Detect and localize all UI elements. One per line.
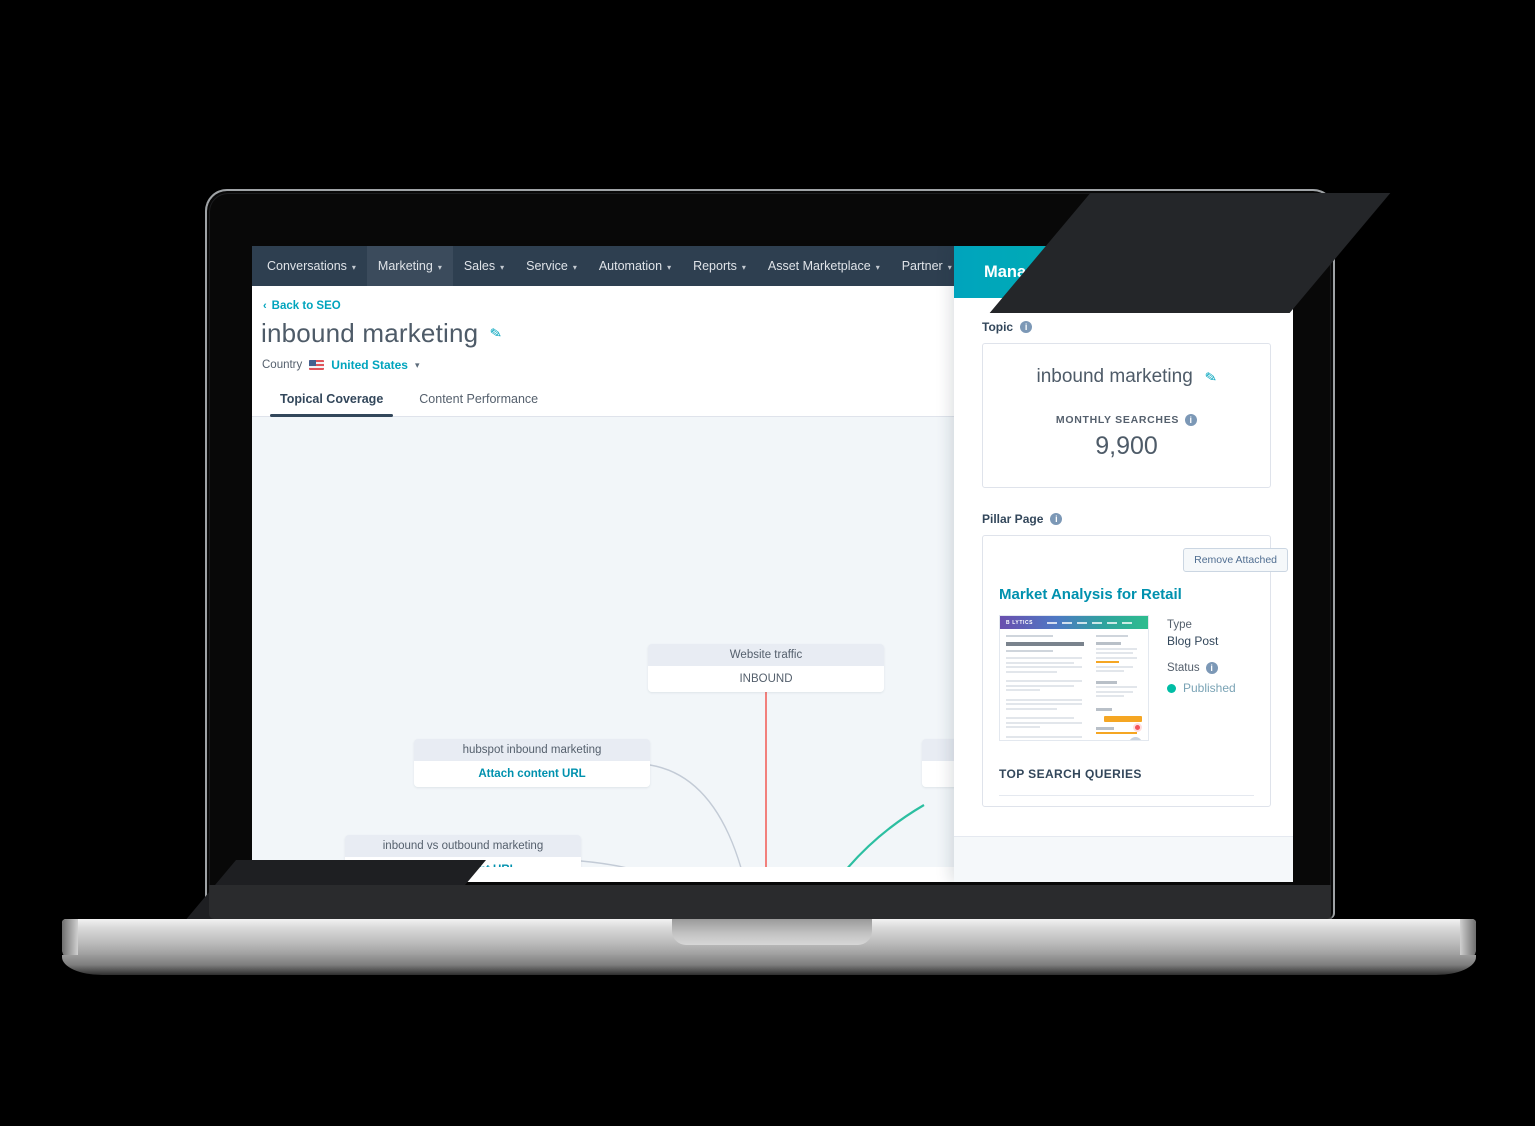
back-link-label: Back to SEO [271,300,341,312]
status-value: Published [1183,681,1236,695]
manage-topic-panel: Manage Topic Topic i inbound marketing ✎… [954,246,1293,882]
thumbnail-body [1000,629,1148,740]
graph-node-head: inbound vs outbound marketing [345,835,581,857]
info-icon[interactable]: i [1185,414,1198,426]
nav-item-label: Sales [463,259,496,273]
nav-item-label: Partner [901,259,943,273]
nav-item-reports[interactable]: Reports ▾ [682,246,757,286]
thumbnail-kicker-line [1006,635,1053,637]
thumbnail-cta-button [1104,715,1142,722]
pillar-field-label: Pillar Page i [982,512,1271,526]
info-icon[interactable]: i [1050,513,1063,525]
nav-item-marketing[interactable]: Marketing ▾ [366,246,453,286]
monthly-searches-label: MONTHLY SEARCHES i [983,414,1270,426]
laptop-base-underside [62,955,1476,975]
chevron-down-icon: ▾ [572,262,577,272]
tab-label: Content Performance [419,392,539,406]
us-flag-icon [309,360,325,370]
thumbnail-avatar [1129,736,1142,740]
status-label-row: Status i [1167,662,1236,674]
pillar-detail-row: B LYTICS Type Blog Post Status i Publish… [999,615,1254,741]
pillar-page-thumbnail[interactable]: B LYTICS [999,615,1149,741]
laptop-screen: Conversations ▾ Marketing ▾ Sales ▾ Serv… [252,246,1293,882]
graph-node-website-traffic[interactable]: Website traffic INBOUND [648,644,884,692]
chevron-down-icon: ▾ [437,262,442,272]
tab-content-performance[interactable]: Content Performance [401,386,556,416]
thumbnail-nav-placeholder [1047,621,1133,624]
screenshot-stage: Conversations ▾ Marketing ▾ Sales ▾ Serv… [0,0,1535,1126]
topic-field-label: Topic i [982,320,1271,334]
status-label: Status [1167,662,1200,674]
chevron-down-icon: ▾ [500,262,505,272]
thumbnail-notification-badge [1133,723,1142,732]
chevron-down-icon: ▾ [947,262,952,272]
chevron-down-icon[interactable]: ▾ [415,360,420,371]
nav-item-label: Service [526,259,568,273]
chevron-down-icon: ▾ [875,262,880,272]
type-value: Blog Post [1167,634,1219,648]
nav-item-label: Marketing [377,259,433,273]
laptop-lid-chin [209,885,1331,919]
topic-name-row: inbound marketing ✎ [983,366,1270,388]
graph-node-head: Website traffic [648,644,884,666]
top-search-queries-heading: TOP SEARCH QUERIES [999,767,1142,781]
pillar-page-title-link[interactable]: Market Analysis for Retail [999,586,1254,603]
type-label: Type [1167,619,1192,631]
pillar-page-section: Pillar Page i Remove Attached Market Ana… [982,512,1288,807]
panel-body: Topic i inbound marketing ✎ MONTHLY SEAR… [954,298,1293,858]
graph-node-inbound-vs-outbound-marketing[interactable]: inbound vs outbound marketing Attach con… [345,835,581,867]
status-badge: Published [1167,681,1236,695]
nav-item-partner[interactable]: Partner ▾ [891,246,963,286]
attach-content-url-link[interactable]: Attach content URL [345,857,581,867]
monthly-searches-value: 9,900 [1095,432,1158,460]
laptop-base-notch [672,919,872,945]
status-dot-icon [1167,683,1176,693]
graph-node-body: INBOUND [648,666,884,692]
topic-label-text: Topic [982,320,1014,334]
graph-node-hubspot-inbound-marketing[interactable]: hubspot inbound marketing Attach content… [414,739,650,787]
tab-label: Topical Coverage [280,392,384,406]
chevron-down-icon: ▾ [741,262,746,272]
nav-item-asset-marketplace[interactable]: Asset Marketplace ▾ [757,246,891,286]
nav-item-automation[interactable]: Automation ▾ [588,246,682,286]
pillar-label-text: Pillar Page [982,512,1044,526]
attach-content-url-link[interactable]: Attach content URL [414,761,650,787]
thumbnail-site-header: B LYTICS [1000,616,1148,629]
country-select-value[interactable]: United States [331,358,408,372]
chevron-down-icon: ▾ [351,262,356,272]
nav-item-sales[interactable]: Sales ▾ [453,246,515,286]
remove-attached-button[interactable]: Remove Attached [1183,548,1288,572]
nav-item-conversations[interactable]: Conversations ▾ [256,246,367,286]
thumbnail-main-column [1006,635,1091,740]
tab-topical-coverage[interactable]: Topical Coverage [262,386,401,417]
top-search-queries-divider [999,795,1254,796]
pillar-page-card: Remove Attached Market Analysis for Reta… [982,535,1288,807]
panel-footer [954,836,1293,882]
nav-item-service[interactable]: Service ▾ [515,246,588,286]
chevron-left-icon: ‹ [263,300,267,312]
topic-name: inbound marketing [1036,366,1193,387]
info-icon[interactable]: i [1020,321,1033,333]
thumbnail-brand-label: B LYTICS [1006,619,1034,626]
page-title: inbound marketing [261,318,479,348]
pencil-icon[interactable]: ✎ [1203,368,1218,387]
pencil-icon[interactable]: ✎ [489,324,504,343]
monthly-searches-label-text: MONTHLY SEARCHES [1055,414,1180,426]
nav-item-label: Asset Marketplace [767,259,871,273]
pillar-meta-column: Type Blog Post Status i Published [1167,615,1236,741]
thumbnail-heading-line [1006,642,1084,646]
hubspot-app: Conversations ▾ Marketing ▾ Sales ▾ Serv… [252,246,1293,882]
graph-node-head: hubspot inbound marketing [414,739,650,761]
topic-card: inbound marketing ✎ MONTHLY SEARCHES i 9… [982,343,1271,488]
panel-title: Manage Topic [984,262,1093,281]
panel-header: Manage Topic [954,246,1293,298]
chevron-down-icon: ▾ [667,262,672,272]
nav-item-label: Automation [598,259,663,273]
nav-item-label: Conversations [267,259,347,273]
country-label: Country [262,359,303,371]
nav-item-label: Reports [693,259,737,273]
thumbnail-meta-line [1006,650,1053,652]
info-icon[interactable]: i [1205,662,1218,674]
